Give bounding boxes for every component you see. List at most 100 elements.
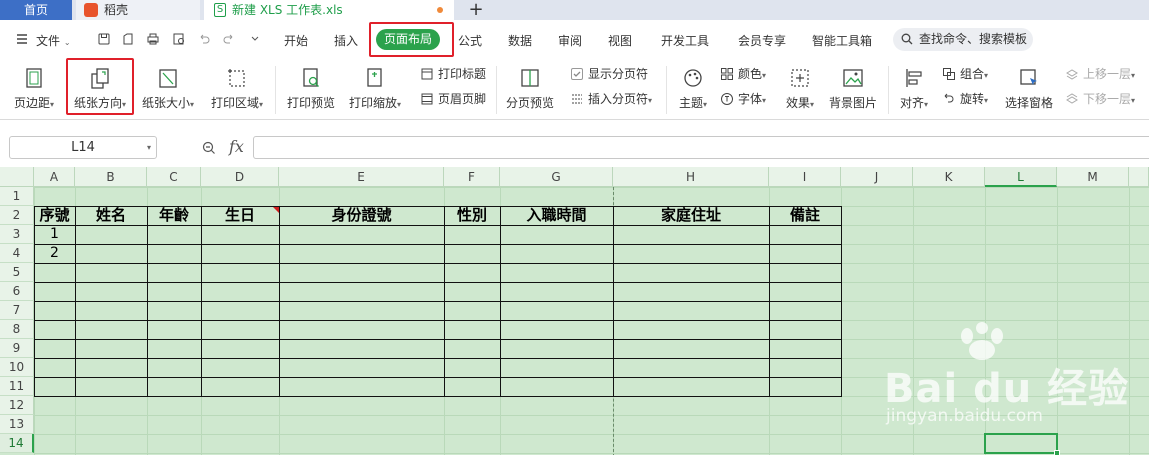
tab-formulas[interactable]: 公式: [458, 32, 482, 49]
column-header-b[interactable]: B: [75, 167, 147, 187]
page-break-preview-icon: [518, 66, 542, 90]
tab-workbook[interactable]: S 新建 XLS 工作表.xls: [204, 0, 454, 20]
row-header-9[interactable]: 9: [0, 339, 34, 358]
column-header-c[interactable]: C: [147, 167, 201, 187]
orientation-button[interactable]: 纸张方向▾: [68, 66, 132, 111]
formula-input[interactable]: [253, 136, 1149, 159]
tab-developer[interactable]: 开发工具: [661, 32, 709, 49]
name-box[interactable]: L14 ▾: [9, 136, 157, 159]
column-header-m[interactable]: M: [1057, 167, 1129, 187]
page-break-preview-button[interactable]: 分页预览: [503, 66, 557, 111]
margins-button[interactable]: 页边距▾: [10, 66, 58, 111]
customize-chevron-icon[interactable]: [248, 32, 262, 46]
ribbon-divider: [496, 66, 497, 114]
column-header-j[interactable]: J: [841, 167, 913, 187]
row-header-11[interactable]: 11: [0, 377, 34, 396]
row-header-13[interactable]: 13: [0, 415, 34, 434]
paper-size-button[interactable]: 纸张大小▾: [138, 66, 198, 111]
background-image-button[interactable]: 背景图片: [827, 66, 879, 111]
selected-cell[interactable]: [984, 433, 1060, 455]
fill-handle[interactable]: [1054, 450, 1060, 455]
table-header-cell[interactable]: 身份證號: [279, 206, 444, 225]
orientation-icon: [88, 66, 112, 90]
selection-pane-button[interactable]: 选择窗格: [1003, 66, 1055, 111]
group-label: 组合: [960, 67, 985, 81]
redo-icon[interactable]: [222, 32, 236, 46]
table-row-cell[interactable]: 1: [34, 225, 75, 244]
tab-insert[interactable]: 插入: [334, 32, 358, 49]
column-header-f[interactable]: F: [444, 167, 500, 187]
insert-function-button[interactable]: fx: [229, 137, 244, 156]
print-area-button[interactable]: 打印区域▾: [206, 66, 268, 111]
print-scale-button[interactable]: 打印缩放▾: [344, 66, 406, 111]
new-tab-button[interactable]: +: [466, 0, 486, 20]
export-icon[interactable]: [121, 32, 135, 46]
row-header-5[interactable]: 5: [0, 263, 34, 282]
column-header-e[interactable]: E: [279, 167, 444, 187]
tab-daoke[interactable]: 稻壳: [76, 0, 200, 20]
group-button[interactable]: 组合▾: [942, 65, 988, 83]
rotate-button[interactable]: 旋转▾: [942, 90, 988, 108]
row-header-12[interactable]: 12: [0, 396, 34, 415]
ribbon-divider: [275, 66, 276, 114]
effects-button[interactable]: 效果▾: [782, 66, 818, 111]
row-header-1[interactable]: 1: [0, 187, 34, 206]
tab-view[interactable]: 视图: [608, 32, 632, 49]
theme-button[interactable]: 主题▾: [675, 66, 711, 111]
table-header-cell[interactable]: 入職時間: [500, 206, 613, 225]
insert-page-break-button[interactable]: 插入分页符▾: [570, 90, 652, 108]
row-header-4[interactable]: 4: [0, 244, 34, 263]
fonts-button[interactable]: 字体▾: [720, 90, 766, 108]
row-header-7[interactable]: 7: [0, 301, 34, 320]
row-header-10[interactable]: 10: [0, 358, 34, 377]
print-titles-button[interactable]: 打印标题: [420, 65, 486, 83]
column-header-l[interactable]: L: [985, 167, 1057, 187]
row-header-8[interactable]: 8: [0, 320, 34, 339]
tab-review[interactable]: 审阅: [558, 32, 582, 49]
table-header-cell[interactable]: 序號: [34, 206, 75, 225]
align-button[interactable]: 对齐▾: [897, 66, 931, 111]
table-row-cell[interactable]: 2: [34, 244, 75, 263]
tab-data[interactable]: 数据: [508, 32, 532, 49]
tab-member[interactable]: 会员专享: [738, 32, 786, 49]
column-header-d[interactable]: D: [201, 167, 279, 187]
table-header-cell[interactable]: 性別: [444, 206, 500, 225]
header-footer-button[interactable]: 页眉页脚: [420, 90, 486, 108]
tab-start[interactable]: 开始: [284, 32, 308, 49]
tab-page-layout[interactable]: 页面布局: [376, 29, 440, 50]
spreadsheet-grid[interactable]: A B C D E F G H I J K L M 1 2 3 4 5 6 7 8 9 10 11 12 13 14 序號 姓名 年齡 生日…: [0, 167, 1149, 455]
colors-button[interactable]: 颜色▾: [720, 65, 766, 83]
column-header-g[interactable]: G: [500, 167, 613, 187]
row-header-6[interactable]: 6: [0, 282, 34, 301]
select-all-corner[interactable]: [0, 167, 34, 187]
file-menu[interactable]: 文件 ⌄: [36, 32, 71, 49]
gridline-horizontal: [34, 453, 1149, 454]
table-header-cell[interactable]: 年齡: [147, 206, 201, 225]
colors-label: 颜色: [738, 67, 763, 81]
column-header-h[interactable]: H: [613, 167, 769, 187]
table-header-cell[interactable]: 姓名: [75, 206, 147, 225]
tab-smart-tools[interactable]: 智能工具箱: [812, 32, 872, 49]
header-footer-label: 页眉页脚: [438, 92, 487, 106]
undo-icon[interactable]: [197, 32, 211, 46]
row-header-3[interactable]: 3: [0, 225, 34, 244]
column-header-i[interactable]: I: [769, 167, 841, 187]
print-preview-icon[interactable]: [172, 32, 186, 46]
table-header-cell[interactable]: 家庭住址: [613, 206, 769, 225]
menu-hamburger-icon[interactable]: [15, 32, 29, 46]
column-header-a[interactable]: A: [34, 167, 75, 187]
row-header-2[interactable]: 2: [0, 206, 34, 225]
bring-forward-button[interactable]: 上移一层▾: [1065, 65, 1135, 83]
print-preview-button[interactable]: 打印预览: [285, 66, 337, 111]
table-header-cell[interactable]: 備註: [769, 206, 841, 225]
zoom-icon[interactable]: [202, 141, 216, 155]
send-backward-button[interactable]: 下移一层▾: [1065, 90, 1135, 108]
print-icon[interactable]: [146, 32, 160, 46]
save-icon[interactable]: [97, 32, 111, 46]
column-header-k[interactable]: K: [913, 167, 985, 187]
table-header-cell[interactable]: 生日: [201, 206, 279, 225]
row-header-14[interactable]: 14: [0, 434, 34, 453]
command-search-input[interactable]: 查找命令、搜索模板: [893, 28, 1033, 51]
show-page-breaks-checkbox[interactable]: 显示分页符: [570, 65, 648, 83]
tab-home[interactable]: 首页: [0, 0, 72, 20]
